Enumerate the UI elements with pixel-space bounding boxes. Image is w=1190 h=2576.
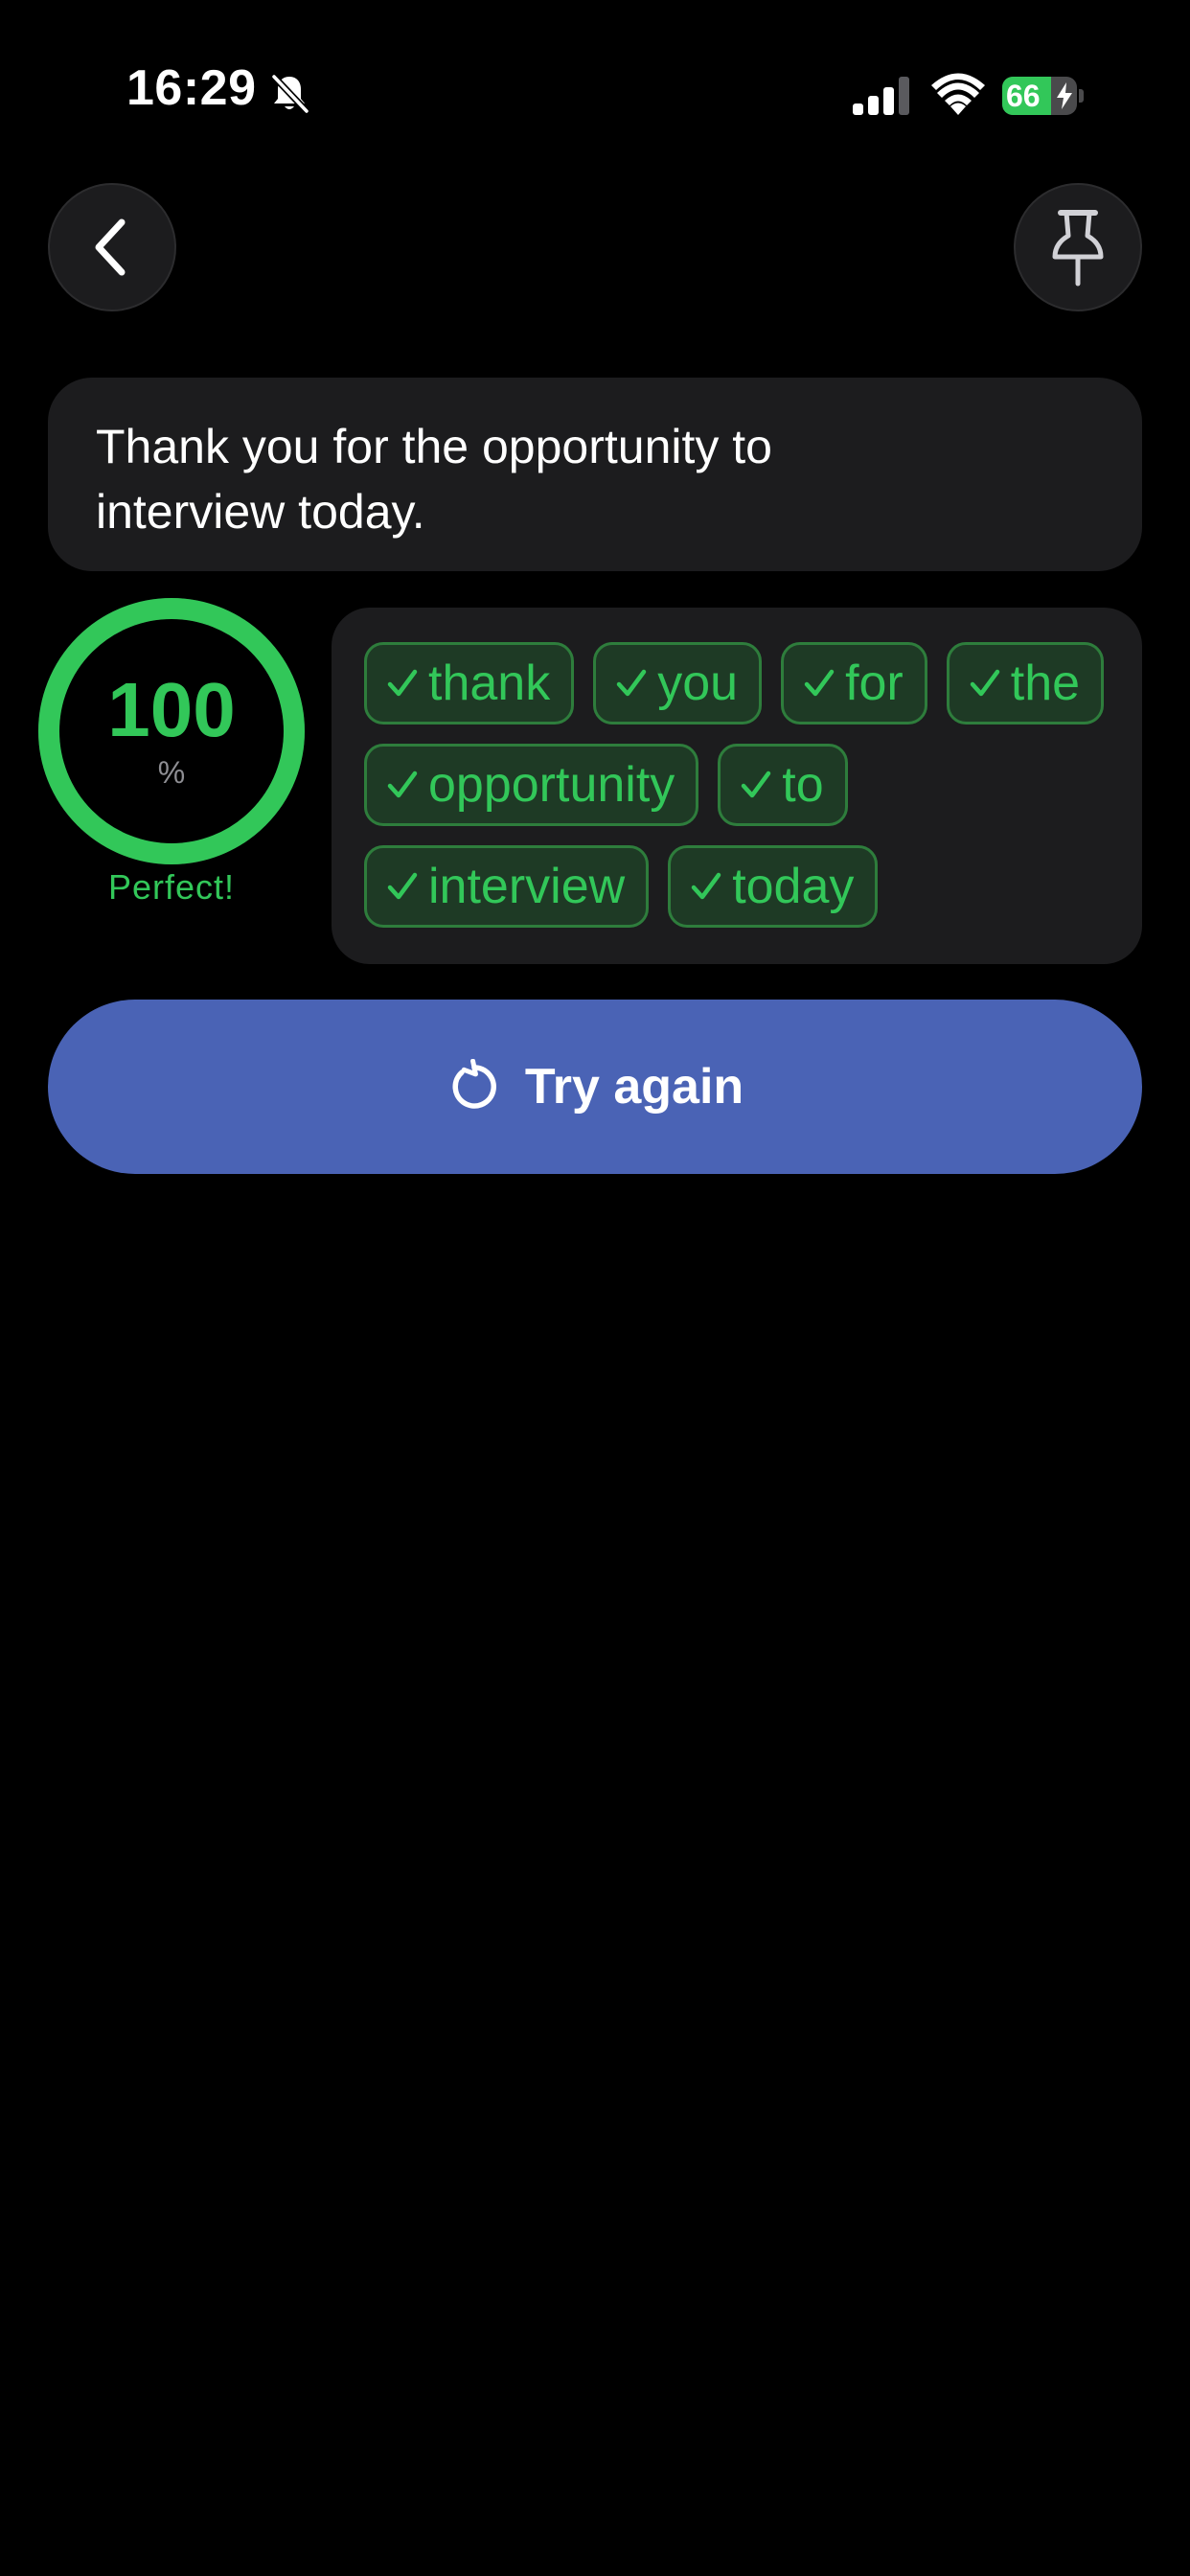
status-bar: 16:29 66 [0,0,1190,144]
word-chip-label: opportunity [428,757,675,813]
battery-cap [1079,89,1084,103]
bell-slash-icon [270,73,310,115]
check-icon [742,770,771,798]
word-chip-label: today [732,859,855,914]
check-icon [616,669,647,697]
status-time: 16:29 [126,60,257,116]
check-icon [970,669,999,697]
score-unit: % [157,755,186,790]
score-label: Perfect! [107,867,236,907]
score-value: 100 [107,667,236,752]
word-chip: to [718,744,848,826]
word-chip-label: to [782,757,824,813]
retry-icon [452,1059,496,1109]
sentence-card: Thank you for the opportunity to intervi… [48,378,1142,571]
words-panel: thank you for the opportunity to interview toda… [332,608,1142,964]
back-button[interactable] [48,183,176,311]
word-chip: thank [364,642,575,724]
try-again-button[interactable]: Try again [48,1000,1142,1174]
word-chip: for [781,642,927,724]
word-chip: interview [364,845,650,928]
check-icon [387,669,418,697]
pin-icon [1052,210,1104,287]
check-icon [804,669,835,697]
word-chip: you [593,642,763,724]
cellular-signal-icon [853,77,909,115]
word-chip-label: for [845,656,904,711]
battery-level: 66 [1006,79,1041,113]
pin-button[interactable] [1014,183,1142,311]
word-chip: opportunity [364,744,699,826]
battery-icon: 66 [1002,77,1085,115]
chevron-left-icon [95,218,126,276]
score-indicator: 100 % Perfect! [34,594,309,910]
wifi-icon [931,73,985,115]
word-chip: today [668,845,879,928]
battery-body: 66 [1002,77,1077,115]
check-icon [387,770,418,798]
check-icon [691,872,721,900]
word-chip-label: interview [428,859,626,914]
word-chip-label: the [1010,656,1081,711]
word-chip-label: thank [428,656,551,711]
sentence-text: Thank you for the opportunity to intervi… [96,420,772,539]
word-chip-label: you [657,656,739,711]
check-icon [387,872,418,900]
try-again-label: Try again [524,1059,744,1115]
charging-bolt-icon [1057,82,1072,109]
word-chip: the [946,642,1105,724]
